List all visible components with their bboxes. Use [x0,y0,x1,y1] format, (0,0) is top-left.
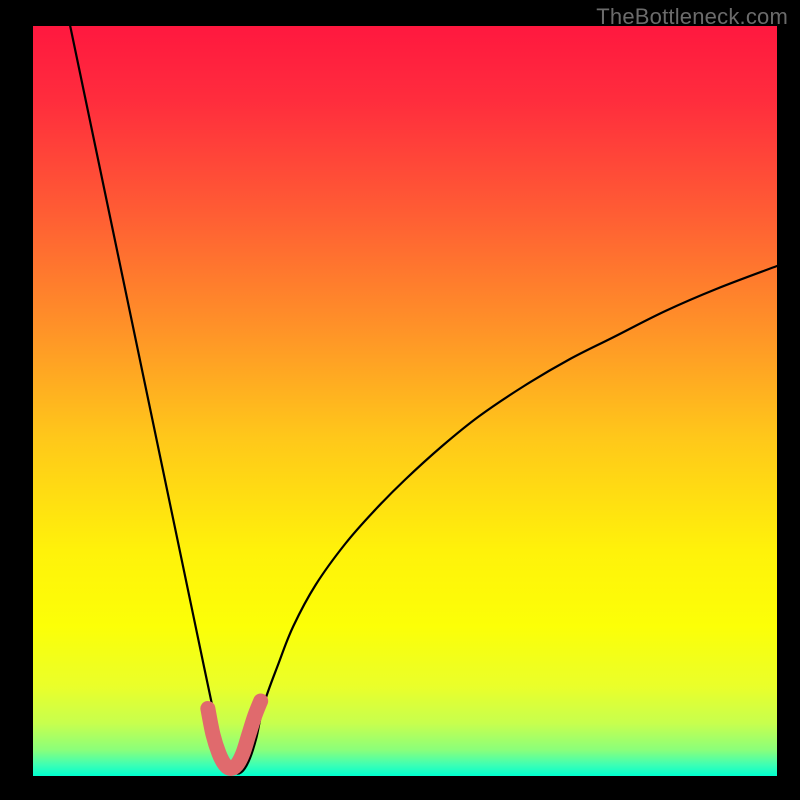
watermark-text: TheBottleneck.com [596,4,788,30]
chart-svg [33,26,777,776]
plot-area [33,26,777,776]
gradient-background [33,26,777,776]
